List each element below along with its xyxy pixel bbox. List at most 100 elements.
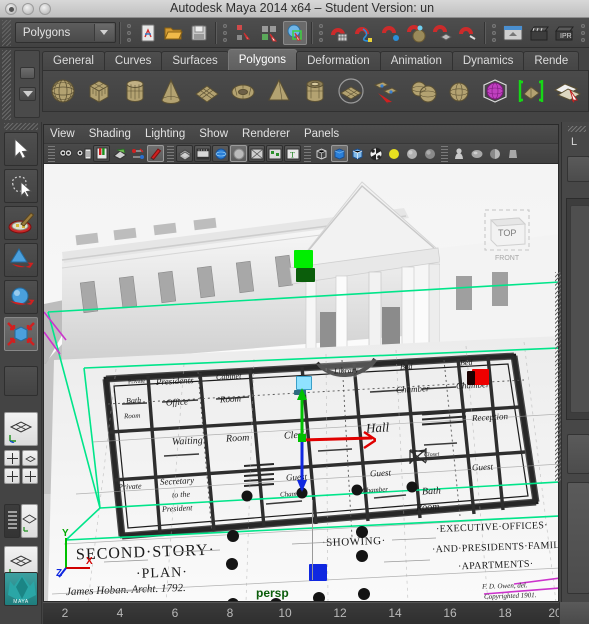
polygon-cube-icon[interactable] — [82, 74, 116, 108]
selected-cube-cyan[interactable] — [296, 376, 312, 390]
toolbox-outliner-layout[interactable] — [4, 504, 20, 538]
polygon-torus-icon[interactable] — [226, 74, 260, 108]
timeline-corner-button[interactable] — [559, 602, 589, 624]
resolution-gate-icon[interactable] — [212, 145, 229, 162]
toolbox-persp-graph-layout[interactable] — [4, 468, 20, 484]
toolbox-lasso-tool[interactable] — [4, 169, 38, 203]
mirror-geometry-icon[interactable] — [514, 74, 548, 108]
viewport-menu-renderer[interactable]: Renderer — [242, 128, 290, 140]
gate-mask-icon[interactable] — [230, 145, 247, 162]
polygon-sphere-icon[interactable] — [46, 74, 80, 108]
viewport-toolbar-grip[interactable] — [304, 145, 311, 162]
panel-grip-dots[interactable] — [568, 126, 586, 132]
twopoint-resolution-icon[interactable] — [129, 145, 146, 162]
extrude-icon[interactable] — [550, 74, 584, 108]
toolbar-grip-dots[interactable] — [221, 23, 229, 42]
menu-set-selector[interactable]: Polygons — [14, 22, 116, 43]
viewport-menu-show[interactable]: Show — [199, 128, 228, 140]
viewport-menu-view[interactable]: View — [50, 128, 75, 140]
panel-list-area[interactable] — [566, 198, 589, 420]
shelf-menu-icon[interactable] — [19, 87, 36, 101]
combine-icon[interactable] — [370, 74, 404, 108]
select-by-component-type-icon[interactable] — [283, 20, 307, 45]
toolbox-grip[interactable] — [4, 123, 38, 130]
save-scene-icon[interactable] — [187, 21, 211, 45]
smooth-shade-all-icon[interactable] — [331, 145, 348, 162]
use-all-lights-icon[interactable] — [367, 145, 384, 162]
bookmark-icon[interactable] — [93, 145, 110, 162]
toolbox-persp-top-layout[interactable] — [22, 450, 38, 466]
viewport-toolbar-grip[interactable] — [441, 145, 448, 162]
viewport-menu-lighting[interactable]: Lighting — [145, 128, 185, 140]
snap-to-curve-icon[interactable] — [354, 21, 378, 45]
time-slider[interactable]: 2 4 6 8 10 12 14 16 18 20 — [43, 602, 559, 624]
shadows-icon[interactable] — [385, 145, 402, 162]
toolbox-paint-select-tool[interactable] — [4, 206, 38, 240]
film-gate-icon[interactable] — [194, 145, 211, 162]
perspective-viewport-panel[interactable]: View Shading Lighting Show Renderer Pane… — [43, 124, 559, 602]
shelf-tab-rendering[interactable]: Rende — [523, 51, 580, 71]
shelf-tab-general[interactable]: General — [42, 51, 105, 71]
smooth-shade-textured-icon[interactable] — [349, 145, 366, 162]
shelf-tab-toggle-icon[interactable] — [20, 67, 35, 79]
grease-pencil-icon[interactable] — [147, 145, 164, 162]
toolbox-move-tool[interactable] — [4, 243, 38, 277]
render-view-icon[interactable] — [527, 21, 551, 45]
polygon-prism-icon[interactable] — [334, 74, 368, 108]
make-live-icon[interactable] — [456, 21, 480, 45]
shelf-tab-surfaces[interactable]: Surfaces — [161, 51, 229, 71]
xray-icon[interactable] — [176, 145, 193, 162]
snap-to-grid-icon[interactable] — [328, 21, 352, 45]
texture-icon[interactable] — [266, 145, 283, 162]
wireframe-shaded-icon[interactable] — [313, 145, 330, 162]
smooth-icon[interactable] — [442, 74, 476, 108]
panel-list-scroll[interactable] — [570, 205, 589, 413]
select-camera-icon[interactable] — [57, 145, 74, 162]
panel-button-top[interactable] — [567, 156, 589, 182]
toolbox-last-tool[interactable] — [4, 366, 38, 396]
ambient-occlusion-icon[interactable] — [403, 145, 420, 162]
image-plane-icon[interactable] — [111, 145, 128, 162]
xray-joints-icon[interactable] — [468, 145, 485, 162]
selected-cube-green[interactable] — [294, 250, 313, 268]
camera-attributes-icon[interactable] — [75, 145, 92, 162]
viewport-menu-panels[interactable]: Panels — [304, 128, 339, 140]
select-by-object-type-icon[interactable] — [257, 21, 281, 45]
viewport-menu-shading[interactable]: Shading — [89, 128, 131, 140]
snap-to-projected-center-icon[interactable] — [405, 21, 429, 45]
toolbox-single-perspective-layout[interactable] — [4, 412, 38, 446]
toolbox-outliner-persp-layout[interactable] — [21, 504, 38, 538]
exposure-icon[interactable] — [504, 145, 521, 162]
new-scene-icon[interactable] — [136, 21, 160, 45]
shelf-tab-polygons[interactable]: Polygons — [227, 49, 298, 71]
polygon-pyramid-icon[interactable] — [262, 74, 296, 108]
toolbox-scale-tool[interactable] — [4, 317, 38, 351]
smooth-proxy-icon[interactable] — [478, 74, 512, 108]
open-scene-icon[interactable] — [161, 21, 185, 45]
toolbar-grip-dots[interactable] — [490, 23, 498, 42]
toolbox-four-view-layout[interactable] — [4, 450, 20, 466]
motion-blur-icon[interactable] — [421, 145, 438, 162]
xray-active-components-icon[interactable] — [486, 145, 503, 162]
viewport-toolbar-grip[interactable] — [167, 145, 174, 162]
selected-cube-green-side[interactable] — [296, 268, 315, 282]
viewport-canvas[interactable]: Private Presidents Cabinet Library Bed B… — [44, 164, 558, 601]
booleans-icon[interactable] — [406, 74, 440, 108]
statusline-grip[interactable] — [2, 19, 11, 46]
shelf-tab-dynamics[interactable]: Dynamics — [451, 51, 525, 71]
isolate-select-icon[interactable] — [450, 145, 467, 162]
ipr-render-icon[interactable]: IPR — [552, 21, 576, 45]
shelf-tab-curves[interactable]: Curves — [103, 51, 163, 71]
view-cube[interactable]: TOP FRONT — [479, 206, 537, 262]
polygon-plane-icon[interactable] — [190, 74, 224, 108]
show-hide-editors-icon[interactable] — [501, 21, 525, 45]
channel-box-layer-editor-panel[interactable]: L — [555, 122, 589, 624]
toolbar-grip-dots[interactable] — [125, 23, 133, 42]
viewport-toolbar-grip[interactable] — [48, 145, 55, 162]
polygon-cylinder-icon[interactable] — [118, 74, 152, 108]
shelf-tab-deformation[interactable]: Deformation — [296, 51, 381, 71]
snap-to-view-plane-icon[interactable] — [431, 21, 455, 45]
chevron-down-icon[interactable] — [93, 24, 114, 41]
snap-to-point-icon[interactable] — [379, 21, 403, 45]
shelf-tab-animation[interactable]: Animation — [379, 51, 453, 71]
